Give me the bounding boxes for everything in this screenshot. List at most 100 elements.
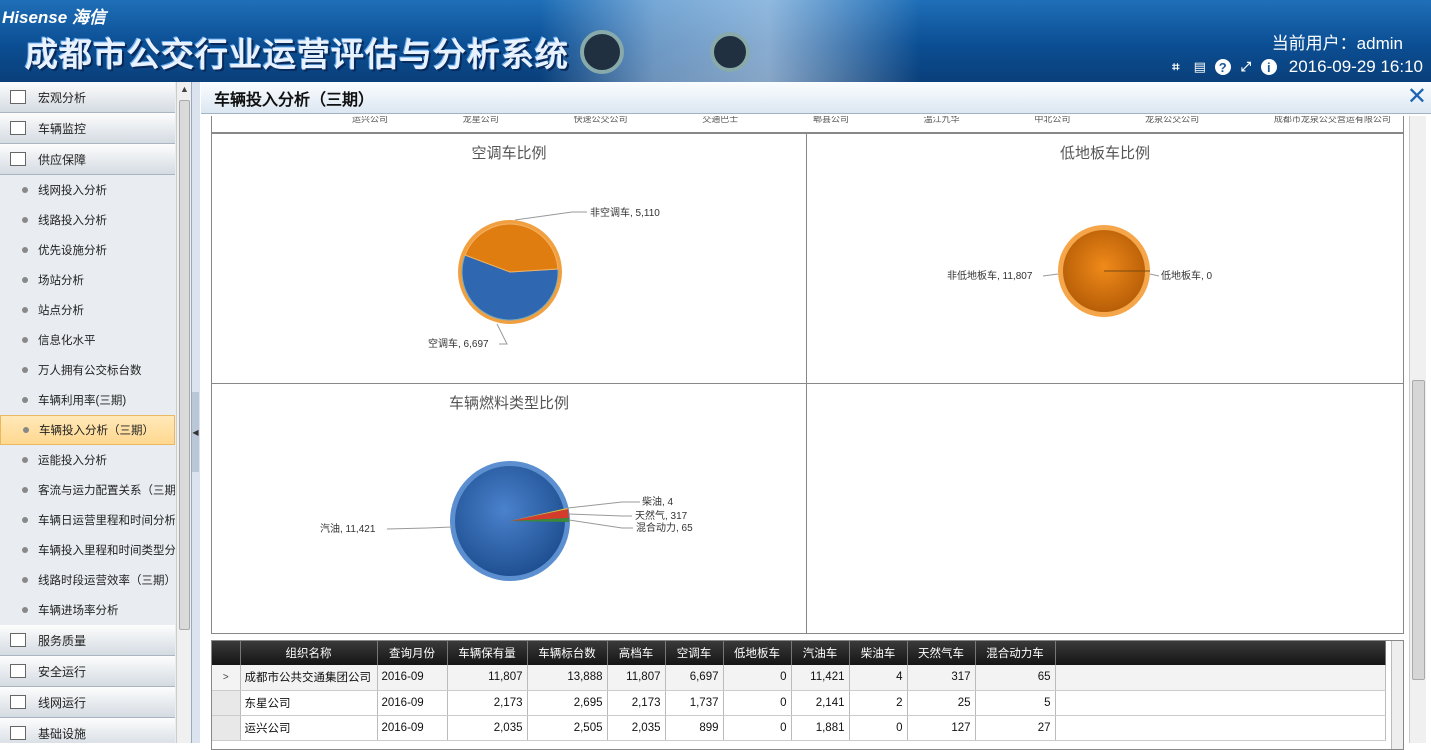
column-header[interactable]: 查询月份 [377, 641, 448, 665]
sidebar-group[interactable]: 宏观分析 [0, 82, 175, 113]
brand-logo: Hisense 海信 [2, 8, 106, 27]
sidebar-group[interactable]: 供应保障 [0, 144, 175, 175]
sidebar-item-label: 站点分析 [38, 305, 84, 317]
sidebar-item-label: 车辆利用率(三期) [38, 395, 127, 407]
sidebar-item-active[interactable]: 车辆投入分析（三期） [0, 415, 175, 445]
sidebar: 宏观分析 车辆监控 供应保障 线网投入分析 线路投入分析 优先设施分析 场站分析… [0, 82, 192, 743]
ac-pie-svg: 非空调车, 5,110 空调车, 6,697 [428, 206, 660, 350]
axis-tick-label: 运兴公司 [352, 116, 389, 124]
table-cell: 25 [907, 690, 976, 716]
table-cell: 成都市公共交通集团公司 [240, 665, 378, 691]
column-header[interactable]: 低地板车 [723, 641, 792, 665]
info-icon[interactable]: i [1260, 59, 1277, 75]
sidebar-group[interactable]: 安全运行 [0, 656, 175, 687]
pie-data-label: 天然气, 317 [635, 509, 688, 522]
row-marker-icon: > [212, 665, 241, 691]
fullscreen-icon[interactable]: ⤢ [1237, 58, 1255, 76]
sidebar-item-label: 车辆投入里程和时间类型分析 [38, 545, 175, 557]
help-icon[interactable]: ? [1214, 59, 1231, 75]
pie-data-label: 低地板车, 0 [1161, 269, 1213, 282]
sidebar-group[interactable]: 车辆监控 [0, 113, 175, 144]
row-selector[interactable] [212, 715, 241, 741]
safety-icon [10, 664, 26, 678]
column-header[interactable]: 车辆标台数 [527, 641, 608, 665]
scrollbar-thumb[interactable] [1412, 380, 1425, 680]
column-header[interactable]: 柴油车 [849, 641, 908, 665]
current-user-label: 当前用户：admin [1271, 34, 1403, 53]
axis-tick-label: 中北公司 [1034, 116, 1071, 124]
sidebar-item[interactable]: 运能投入分析 [0, 445, 175, 475]
sidebar-item[interactable]: 客流与运力配置关系（三期） [0, 475, 175, 505]
column-header[interactable]: 组织名称 [240, 641, 378, 665]
sidebar-item-label: 万人拥有公交标台数 [38, 365, 142, 377]
column-header[interactable]: 天然气车 [907, 641, 976, 665]
sidebar-item[interactable]: 车辆利用率(三期) [0, 385, 175, 415]
sidebar-item[interactable]: 场站分析 [0, 265, 175, 295]
grid-scrollbar[interactable] [1391, 641, 1403, 749]
table-cell: 899 [665, 715, 724, 741]
table-row[interactable]: 运兴公司 2016-09 2,035 2,505 2,035 899 0 1,8… [212, 715, 1386, 741]
table-cell: 0 [723, 715, 792, 741]
sidebar-group-label: 供应保障 [38, 152, 87, 167]
fuel-type-chart: 车辆燃料类型比例 汽油, 11,421 柴油, 4 天然气, 317 混合动力,… [211, 383, 807, 634]
window-icon[interactable]: ▤ [1191, 58, 1209, 76]
panel-splitter[interactable]: ◀ [192, 82, 200, 743]
sidebar-group-label: 基础设施 [38, 726, 87, 741]
pie-data-label: 非低地板车, 11,807 [947, 269, 1033, 282]
collapse-arrow-icon[interactable]: ◀ [192, 392, 199, 472]
table-cell: 东星公司 [240, 690, 378, 716]
table-cell: 2,173 [447, 690, 528, 716]
column-header[interactable]: 高档车 [607, 641, 666, 665]
supply-icon [10, 152, 26, 166]
sidebar-group[interactable]: 服务质量 [0, 625, 175, 656]
row-selector[interactable] [212, 690, 241, 716]
column-header[interactable]: 汽油车 [791, 641, 850, 665]
sidebar-item[interactable]: 车辆日运营里程和时间分析 [0, 505, 175, 535]
data-table: 组织名称 查询月份 车辆保有量 车辆标台数 高档车 空调车 低地板车 汽油车 柴… [212, 641, 1386, 741]
column-header[interactable]: 混合动力车 [975, 641, 1056, 665]
table-cell: 2,505 [527, 715, 608, 741]
scrollbar-thumb[interactable] [179, 100, 190, 630]
sidebar-group[interactable]: 线网运行 [0, 687, 175, 718]
pie-data-label: 柴油, 4 [642, 495, 674, 508]
ac-ratio-chart: 空调车比例 非空调车, 5,110 空调车, 6,697 [211, 133, 807, 384]
monitor-icon [10, 121, 26, 135]
sidebar-group[interactable]: 基础设施 [0, 718, 175, 743]
sidebar-item[interactable]: 线网投入分析 [0, 175, 175, 205]
row-selector-header [212, 641, 241, 665]
close-icon[interactable]: ✕ [1407, 85, 1427, 109]
fuel-pie-svg: 汽油, 11,421 柴油, 4 天然气, 317 混合动力, 65 [320, 461, 693, 581]
sidebar-scrollbar[interactable]: ▲ [176, 82, 191, 743]
leader-line [567, 501, 640, 509]
sidebar-item[interactable]: 优先设施分析 [0, 235, 175, 265]
table-cell-filler [1055, 665, 1386, 691]
sidebar-item[interactable]: 信息化水平 [0, 325, 175, 355]
table-cell: 317 [907, 665, 976, 691]
column-header[interactable]: 车辆保有量 [447, 641, 528, 665]
table-row[interactable]: 东星公司 2016-09 2,173 2,695 2,173 1,737 0 2… [212, 690, 1386, 716]
sidebar-item[interactable]: 站点分析 [0, 295, 175, 325]
table-cell-filler [1055, 690, 1386, 716]
header-toolbar: ⌗ ▤ ? ⤢ i 2016-09-29 16:10 [1167, 56, 1423, 78]
pie-data-label: 非空调车, 5,110 [590, 206, 660, 219]
service-icon [10, 633, 26, 647]
column-header[interactable]: 空调车 [665, 641, 724, 665]
crop-icon[interactable]: ⌗ [1167, 58, 1185, 76]
sidebar-item[interactable]: 线路投入分析 [0, 205, 175, 235]
sidebar-item-label: 车辆日运营里程和时间分析 [38, 515, 175, 527]
pie-data-label: 空调车, 6,697 [428, 337, 489, 350]
sidebar-group-label: 车辆监控 [38, 121, 87, 136]
sidebar-item-label: 车辆进场率分析 [38, 605, 119, 617]
sidebar-item[interactable]: 线路时段运营效率（三期） [0, 565, 175, 595]
sidebar-item-label: 运能投入分析 [38, 455, 107, 467]
sidebar-item[interactable]: 万人拥有公交标台数 [0, 355, 175, 385]
table-cell: 2,173 [607, 690, 666, 716]
sidebar-item[interactable]: 车辆投入里程和时间类型分析 [0, 535, 175, 565]
scroll-up-icon[interactable]: ▲ [180, 84, 189, 94]
content-scrollbar[interactable] [1409, 116, 1426, 743]
sidebar-item[interactable]: 车辆进场率分析 [0, 595, 175, 625]
axis-tick-label: 郫县公司 [812, 116, 849, 124]
table-header-row: 组织名称 查询月份 车辆保有量 车辆标台数 高档车 空调车 低地板车 汽油车 柴… [212, 641, 1386, 665]
table-row[interactable]: > 成都市公共交通集团公司 2016-09 11,807 13,888 11,8… [212, 665, 1386, 691]
table-cell: 2,035 [447, 715, 528, 741]
